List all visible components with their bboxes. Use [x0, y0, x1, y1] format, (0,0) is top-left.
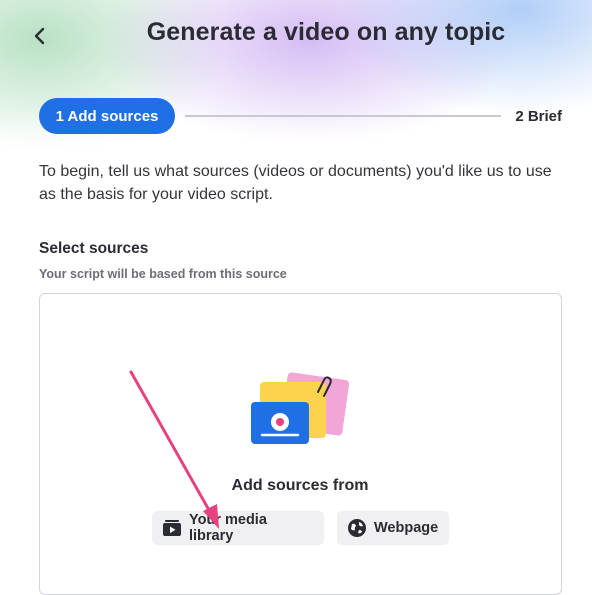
media-library-button[interactable]: Your media library — [152, 511, 324, 545]
page-title: Generate a video on any topic — [146, 18, 506, 46]
globe-icon — [347, 518, 367, 538]
webpage-label: Webpage — [374, 520, 439, 536]
section-title: Select sources — [39, 240, 149, 257]
stepper: 1 Add sources 2 Brief — [39, 98, 562, 134]
stepper-line — [185, 115, 501, 117]
media-library-label: Your media library — [189, 512, 267, 544]
chevron-left-icon — [34, 27, 45, 45]
step-brief[interactable]: 2 Brief — [515, 98, 562, 134]
sources-illustration-icon — [251, 372, 350, 444]
media-library-icon — [162, 518, 182, 538]
add-sources-label: Add sources from — [231, 477, 369, 494]
intro-text: To begin, tell us what sources (videos o… — [39, 163, 552, 203]
back-button[interactable] — [26, 22, 54, 50]
step-add-sources[interactable]: 1 Add sources — [39, 98, 175, 134]
section-subtitle: Your script will be based from this sour… — [39, 267, 287, 281]
webpage-button[interactable]: Webpage — [337, 511, 449, 545]
